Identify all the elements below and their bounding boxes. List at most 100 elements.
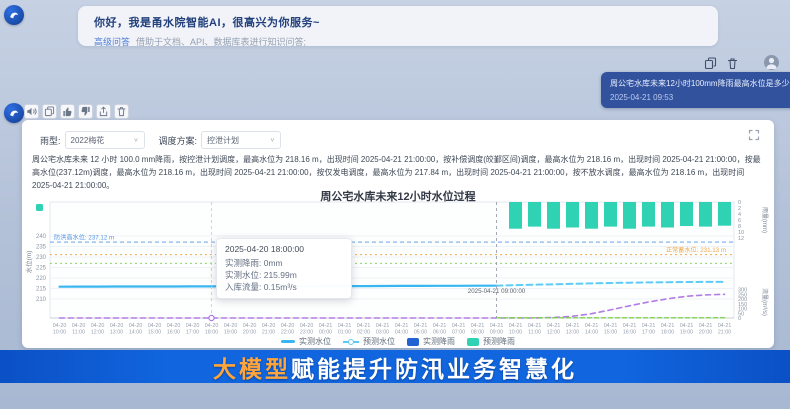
water-axis-tick: 235	[36, 245, 47, 251]
rain-type-label: 雨型:	[40, 134, 61, 147]
page-background: 你好，我是甬水院智能AI，很高兴为你服务~ 高级问答借助于文档、API、数据库表…	[0, 0, 790, 409]
x-axis-tick: 04-2105:00	[414, 323, 428, 336]
flow-axis-title: 流量(m³/s)	[761, 288, 769, 316]
x-axis-tick: 04-2012:00	[91, 323, 105, 336]
user-question: 周公宅水库未来12小时100mm降雨最高水位是多少	[610, 78, 790, 89]
user-message-time: 2025-04-21 09:53	[610, 93, 790, 102]
advanced-qa-desc: 借助于文档、API、数据库表进行知识问答;	[136, 37, 306, 47]
legend-item-实测降雨[interactable]: 实测降雨	[407, 336, 455, 347]
copy-answer-button[interactable]	[42, 104, 57, 119]
rain-bar	[528, 202, 541, 227]
water-axis-tick: 225	[36, 266, 47, 272]
legend-label: 实测水位	[299, 336, 331, 347]
rain-bar	[680, 202, 693, 226]
trash-icon	[116, 106, 127, 117]
assistant-avatar	[4, 5, 24, 25]
plan-select[interactable]: 控泄计划 ∨	[201, 131, 281, 149]
rain-type-select[interactable]: 2022梅花 ∨	[65, 131, 145, 149]
delete-answer-button[interactable]	[114, 104, 129, 119]
water-axis-tick: 230	[36, 255, 47, 261]
assistant-avatar	[4, 103, 24, 123]
rain-bar	[566, 202, 579, 228]
x-axis-tick: 04-2010:00	[53, 323, 67, 336]
assistant-greeting-bubble: 你好，我是甬水院智能AI，很高兴为你服务~ 高级问答借助于文档、API、数据库表…	[78, 6, 718, 46]
x-axis-tick: 04-2117:00	[642, 323, 656, 336]
rain-bar	[547, 202, 560, 229]
x-axis-tick: 04-2015:00	[148, 323, 162, 336]
delete-icon[interactable]	[726, 57, 739, 70]
greeting-subtitle: 高级问答借助于文档、API、数据库表进行知识问答;	[94, 35, 702, 48]
rain-bar	[604, 202, 617, 227]
current-time-label: 2025-04-21 09:00:00	[468, 288, 526, 295]
x-axis-tick: 04-2011:00	[72, 323, 86, 336]
x-axis-tick: 04-2111:00	[528, 323, 542, 336]
banner-text: 大模型赋能提升防汛业务智慧化	[213, 350, 577, 384]
tooltip-point-marker	[209, 315, 214, 320]
x-axis-tick: 04-2021:00	[262, 323, 276, 336]
rain-type-value: 2022梅花	[71, 135, 105, 146]
banner-highlight: 大模型	[213, 356, 291, 382]
x-axis-tick: 04-2023:00	[300, 323, 314, 336]
forecast-summary-text: 周公宅水库未来 12 小时 100.0 mm降雨，按控泄计划调度，最高水位为 2…	[32, 153, 762, 192]
x-axis-tick: 04-2120:00	[699, 323, 713, 336]
thumbs-down-button[interactable]	[78, 104, 93, 119]
fullscreen-icon[interactable]	[748, 128, 760, 140]
x-axis-tick: 04-2121:00	[718, 323, 732, 336]
assistant-answer-toolbar	[24, 104, 129, 119]
x-axis-tick: 04-2118:00	[661, 323, 675, 336]
flow-axis-tick: 0	[738, 316, 741, 322]
copy-icon	[44, 106, 55, 117]
x-axis-tick: 04-2020:00	[243, 323, 257, 336]
x-axis-tick: 04-2019:00	[224, 323, 238, 336]
thumbs-up-button[interactable]	[60, 104, 75, 119]
rain-bar	[699, 202, 712, 227]
rain-bar	[718, 202, 731, 226]
bottom-banner: 大模型赋能提升防汛业务智慧化	[0, 350, 790, 383]
x-axis-tick: 04-2119:00	[680, 323, 694, 336]
rain-axis-title: 雨量(mm)	[761, 207, 768, 233]
x-axis-tick: 04-2110:00	[509, 323, 523, 336]
legend-item-实测水位[interactable]: 实测水位	[281, 336, 331, 347]
water-axis-tick: 240	[36, 234, 47, 240]
legend-item-预测降雨[interactable]: 预测降雨	[467, 336, 515, 347]
export-button[interactable]	[96, 104, 111, 119]
user-avatar	[764, 55, 779, 70]
x-axis-tick: 04-2109:00	[490, 323, 504, 336]
water-axis-tick: 215	[36, 287, 47, 293]
water-level-chart: 2402352302252202152100246810123002502001…	[22, 200, 774, 342]
assistant-logo-icon	[8, 107, 20, 119]
chart-tooltip: 2025-04-20 18:00:00 实测降雨: 0mm实测水位: 215.9…	[216, 238, 352, 299]
assistant-logo-icon	[8, 9, 20, 21]
x-axis-tick: 04-2104:00	[395, 323, 409, 336]
thumbs-up-icon	[62, 106, 73, 117]
water-axis-tick: 210	[36, 297, 47, 303]
export-icon	[98, 106, 109, 117]
rain-bar	[623, 202, 636, 229]
speaker-icon	[26, 106, 37, 117]
rain-bar	[661, 202, 674, 228]
x-axis-tick: 04-2108:00	[471, 323, 485, 336]
chart-legend: 实测水位 预测水位 实测降雨 预测降雨	[22, 336, 774, 347]
x-axis-tick: 04-2018:00	[205, 323, 219, 336]
read-aloud-button[interactable]	[24, 104, 39, 119]
x-axis-tick: 04-2102:00	[357, 323, 371, 336]
user-message-bubble: 周公宅水库未来12小时100mm降雨最高水位是多少 2025-04-21 09:…	[601, 72, 790, 108]
copy-icon[interactable]	[704, 57, 717, 70]
filters-row: 雨型: 2022梅花 ∨ 调度方案: 控泄计划 ∨	[32, 130, 295, 150]
greeting-title: 你好，我是甬水院智能AI，很高兴为你服务~	[94, 14, 702, 30]
tooltip-rows: 实测降雨: 0mm实测水位: 215.99m入库流量: 0.15m³/s	[225, 257, 343, 293]
person-icon	[764, 55, 779, 70]
reference-line-label: 防洪高水位: 237.12 m	[54, 234, 114, 242]
water-axis-tick: 220	[36, 276, 47, 282]
legend-item-预测水位[interactable]: 预测水位	[343, 336, 395, 347]
plan-label: 调度方案:	[159, 134, 198, 147]
answer-card: 雨型: 2022梅花 ∨ 调度方案: 控泄计划 ∨ 周公宅水库未来 12 小时 …	[22, 120, 774, 348]
legend-label: 预测水位	[363, 336, 395, 347]
user-message-tools	[704, 57, 739, 70]
x-axis-tick: 04-2116:00	[623, 323, 637, 336]
x-axis-tick: 04-2014:00	[129, 323, 143, 336]
x-axis-tick: 04-2017:00	[186, 323, 200, 336]
water-axis-title: 水位(m)	[24, 251, 33, 274]
x-axis-tick: 04-2114:00	[585, 323, 599, 336]
x-axis-tick: 04-2115:00	[604, 323, 618, 336]
